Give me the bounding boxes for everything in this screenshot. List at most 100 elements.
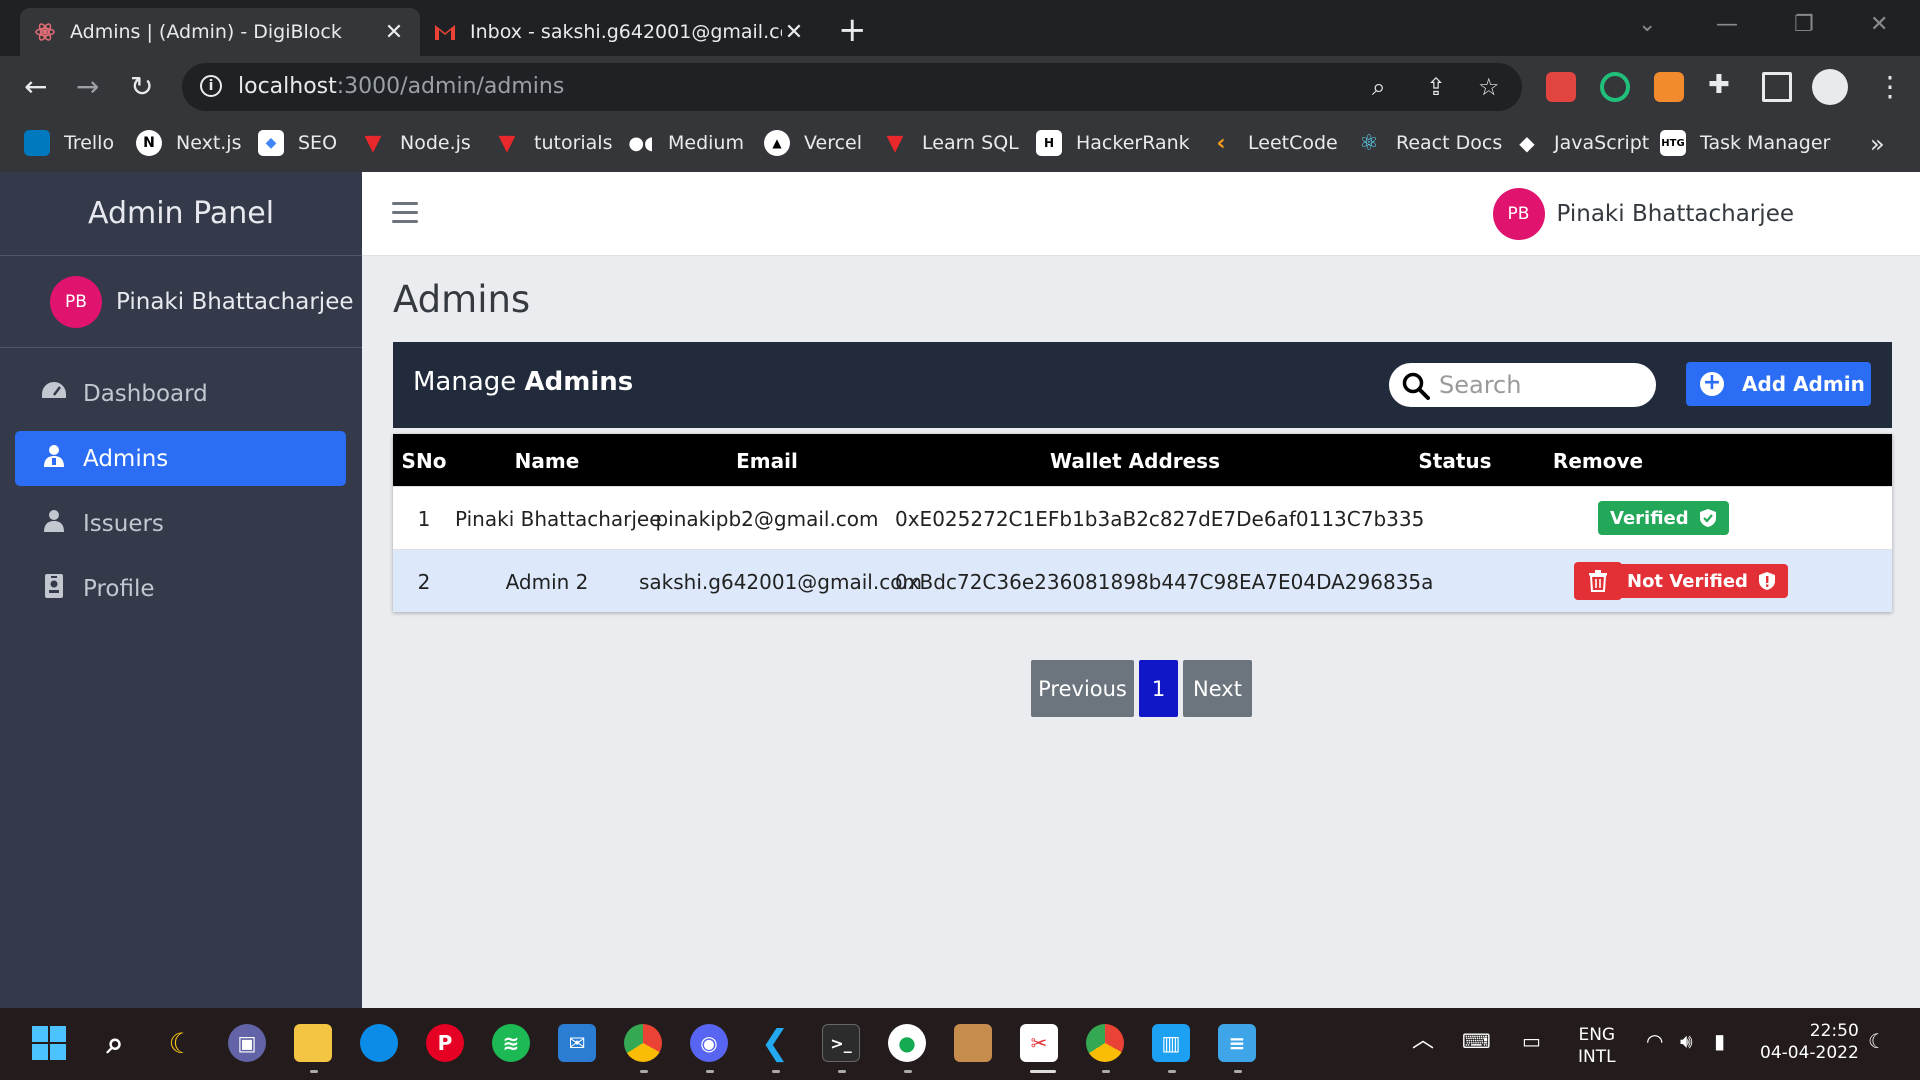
url-text[interactable]: localhost:3000/admin/admins [238,74,564,99]
reload-icon[interactable]: ↻ [130,70,153,103]
side-panel-icon[interactable] [1762,72,1792,102]
mongodb-compass-icon[interactable]: ● [888,1024,926,1062]
bookmark-trello[interactable]: Trello [24,130,114,156]
bookmark-nextjs[interactable]: N Next.js [136,130,241,156]
metamask-fox-icon[interactable] [1654,72,1684,102]
file-explorer-icon[interactable] [294,1024,332,1062]
bookmark-tutorials[interactable]: ▼ tutorials [494,130,613,156]
cell-sno: 2 [417,570,431,594]
search-input[interactable] [1439,369,1639,401]
notepad-icon[interactable]: ≡ [1218,1024,1256,1062]
keyboard-icon[interactable]: ⌨ [1462,1030,1491,1052]
sidebar-item-profile[interactable]: Profile [15,561,346,616]
tab-title: Admins | (Admin) - DigiBlock [70,21,342,43]
manage-admins-header: Manage Admins + Add Admin [393,342,1892,428]
teams-chat-icon[interactable]: ▣ [228,1024,266,1062]
delete-admin-button[interactable] [1574,562,1622,600]
bookmark-seo[interactable]: ◆ SEO [258,130,337,156]
sidebar-item-admins[interactable]: Admins [15,431,346,486]
nextjs-icon: N [136,130,162,156]
status-badge-not-verified[interactable]: Not Verified [1615,564,1788,598]
plus-circle-icon: + [1700,372,1724,396]
battery-icon[interactable]: ▮ [1714,1030,1725,1052]
fluent-app-icon[interactable]: ▥ [1152,1024,1190,1062]
tab-gmail-inbox[interactable]: Inbox - sakshi.g642001@gmail.com ✕ [420,8,820,56]
pinterest-icon[interactable]: P [426,1024,464,1062]
pagination-previous-button[interactable]: Previous [1031,660,1134,717]
clock[interactable]: 22:50 04-04-2022 [1760,1020,1859,1064]
medium-icon: ●◖ [628,132,654,154]
back-arrow-icon[interactable]: ← [24,70,47,103]
pagination-page-button[interactable]: 1 [1139,660,1178,717]
vivaldi-v-icon: ▼ [886,130,904,156]
snipping-tool-icon[interactable]: ✂ [1020,1024,1058,1062]
tray-overflow-chevron-icon[interactable]: ︿ [1412,1030,1434,1052]
bookmark-vercel[interactable]: ▲ Vercel [764,130,862,156]
bookmark-hackerrank[interactable]: H HackerRank [1036,130,1190,156]
bookmark-medium[interactable]: ●◖ Medium [628,130,744,156]
vscode-icon[interactable]: ❮ [756,1023,794,1063]
volume-icon[interactable]: 🔊︎ [1680,1030,1693,1052]
tab-digiblock[interactable]: Admins | (Admin) - DigiBlock ✕ [20,8,420,56]
card-title: Manage Admins [413,367,634,397]
bookmarks-overflow-icon[interactable]: » [1870,130,1885,158]
tab-search-chevron-icon[interactable]: ⌄ [1638,12,1656,37]
discord-icon[interactable]: ◉ [690,1024,728,1062]
add-admin-button[interactable]: + Add Admin [1686,362,1871,406]
minimize-icon[interactable]: — [1716,12,1738,37]
tab-close-icon[interactable]: ✕ [382,20,406,45]
bookmark-leetcode[interactable]: ‹ LeetCode [1208,130,1337,156]
topbar-user[interactable]: PB Pinaki Bhattacharjee [1492,188,1794,240]
running-indicator [640,1070,648,1073]
mail-icon[interactable]: ✉ [558,1024,596,1062]
cell-wallet-address: 0xBdc72C36e236081898b447C98EA7E04DA29683… [895,570,1434,594]
site-info-icon[interactable]: i [200,75,222,97]
admin-user-icon [39,444,69,474]
table-row: 1 Pinaki Bhattacharjee pinakipb2@gmail.c… [393,486,1892,549]
terminal-icon[interactable]: >_ [822,1024,860,1062]
search-box [1389,363,1656,407]
extensions-puzzle-icon[interactable]: ✚ [1708,70,1730,100]
box-app-icon[interactable] [954,1024,992,1062]
moon-app-icon[interactable]: ☾ [162,1024,200,1062]
chrome-canary-icon[interactable] [1086,1024,1124,1062]
table-row: 2 Admin 2 sakshi.g642001@gmail.com 0xBdc… [393,549,1892,612]
extension-icon[interactable] [1546,72,1576,102]
brand-title[interactable]: Admin Panel [0,172,362,256]
cell-sno: 1 [417,507,431,531]
spotify-icon[interactable]: ≋ [492,1024,530,1062]
bookmark-learn-sql[interactable]: ▼ Learn SQL [882,130,1019,156]
tab-close-icon[interactable]: ✕ [782,20,806,45]
bookmark-task-manager[interactable]: HTG Task Manager [1660,130,1830,156]
bookmark-react-docs[interactable]: ⚛ React Docs [1356,130,1502,156]
windows-start-icon[interactable] [30,1024,68,1062]
close-window-icon[interactable]: ✕ [1870,12,1888,37]
bookmark-nodejs[interactable]: ▼ Node.js [360,130,471,156]
new-tab-plus-icon[interactable]: + [838,10,867,50]
wifi-icon[interactable]: ◠ [1646,1030,1663,1052]
pagination-next-button[interactable]: Next [1183,660,1252,717]
search-icon[interactable]: ⌕ [96,1024,134,1062]
bookmarks-bar: Trello N Next.js ◆ SEO ▼ Node.js ▼ tutorials… [0,118,1920,172]
kebab-menu-icon[interactable]: ⋮ [1876,70,1904,103]
edge-browser-icon[interactable] [360,1024,398,1062]
focus-moon-icon[interactable]: ☾ [1868,1030,1886,1052]
chrome-icon[interactable] [624,1024,662,1062]
language-indicator[interactable]: ENG INTL [1578,1024,1616,1068]
forward-arrow-icon[interactable]: → [76,70,99,103]
sidebar-item-dashboard[interactable]: Dashboard [15,366,346,421]
sidebar-user-panel[interactable]: PB Pinaki Bhattacharjee [0,256,362,348]
bookmark-star-icon[interactable]: ☆ [1478,73,1500,101]
zoom-icon[interactable]: ⌕ [1372,73,1385,101]
share-icon[interactable]: ⇪ [1426,73,1446,101]
extension-icon[interactable] [1600,72,1630,102]
address-bar[interactable]: i localhost:3000/admin/admins ⌕ ⇪ ☆ [182,63,1522,111]
bookmark-javascript[interactable]: ◆ JavaScript [1514,130,1649,156]
sidebar-item-issuers[interactable]: Issuers [15,496,346,551]
hackerrank-icon: H [1036,130,1062,156]
hamburger-menu-icon[interactable] [392,202,418,229]
tablet-mode-icon[interactable]: ▭ [1522,1030,1541,1052]
restore-icon[interactable]: ❐ [1794,12,1814,37]
profile-avatar-icon[interactable] [1812,69,1848,105]
column-header: Name [514,449,580,473]
